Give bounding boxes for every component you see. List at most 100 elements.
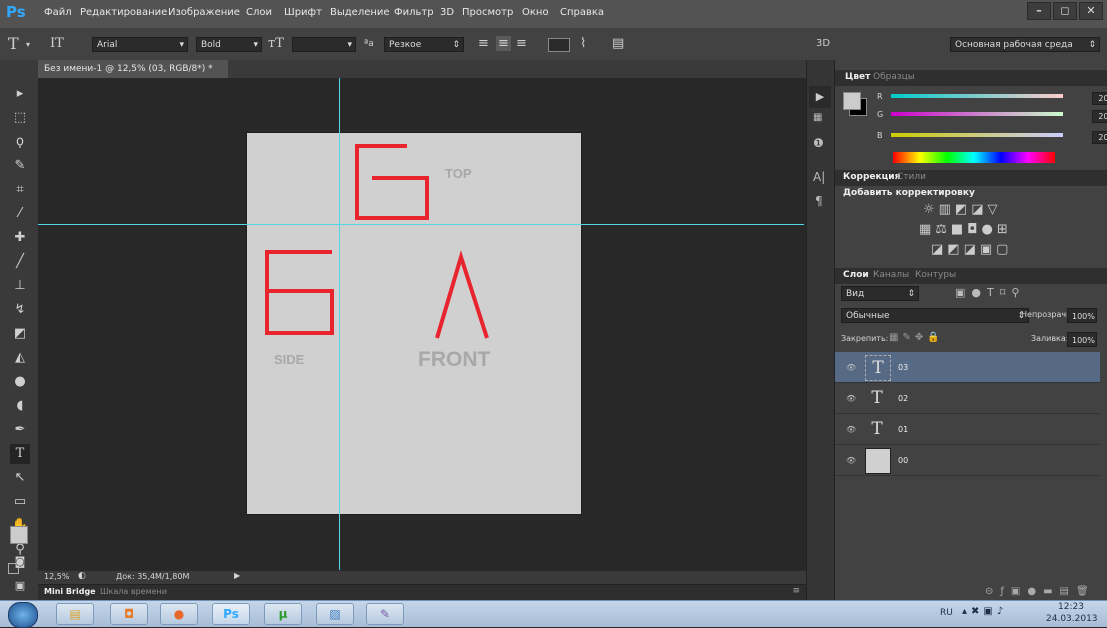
blue-slider[interactable]: B 204	[875, 131, 1107, 144]
3d-mode-label[interactable]: 3D	[816, 38, 830, 49]
menu-help[interactable]: Справка	[560, 7, 604, 18]
history-brush-tool-icon[interactable]: ↯	[10, 300, 30, 320]
warp-text-icon[interactable]: ⌇	[580, 36, 586, 51]
font-style-select[interactable]: Bold ▾	[196, 37, 262, 52]
clock-time[interactable]: 12:23	[1058, 602, 1084, 612]
opacity-value[interactable]: 100%	[1067, 308, 1097, 323]
adjustment-icons-row-3[interactable]: ◪◩◪▣▢	[931, 242, 1012, 257]
utorrent-taskbar-icon[interactable]: µ	[264, 603, 302, 625]
tab-mini-bridge[interactable]: Mini Bridge	[44, 587, 96, 596]
blur-tool-icon[interactable]: ●	[10, 372, 30, 392]
media-player-taskbar-icon[interactable]: ◘	[110, 603, 148, 625]
restore-button[interactable]: ◻	[1053, 2, 1077, 20]
path-selection-tool-icon[interactable]: ↖	[10, 468, 30, 488]
menu-view[interactable]: Просмотр	[462, 7, 513, 18]
document-tab[interactable]: Без имени-1 @ 12,5% (03, RGB/8*) * ×	[38, 60, 228, 92]
menu-3d[interactable]: 3D	[440, 7, 454, 18]
menu-filter[interactable]: Фильтр	[394, 7, 434, 18]
font-family-select[interactable]: Arial ▾	[92, 37, 188, 52]
visibility-eye-icon[interactable]: 👁	[846, 425, 856, 434]
firefox-taskbar-icon[interactable]: ●	[160, 603, 198, 625]
layer-actions-icons[interactable]: ⊝ƒ▣●▬▤🗑	[985, 586, 1096, 597]
visibility-eye-icon[interactable]: 👁	[846, 394, 856, 403]
align-right-icon[interactable]: ≡	[516, 36, 527, 51]
language-indicator[interactable]: RU	[940, 608, 953, 618]
healing-brush-tool-icon[interactable]: ✚	[10, 228, 30, 248]
rectangle-tool-icon[interactable]: ▭	[10, 492, 30, 512]
align-center-icon[interactable]: ≡	[496, 36, 511, 51]
brush-tool-icon[interactable]: ╱	[10, 252, 30, 272]
lock-icons[interactable]: ▦✎✥🔒	[889, 332, 944, 343]
fg-color-swatch[interactable]	[843, 92, 861, 110]
tab-styles[interactable]: Стили	[897, 172, 926, 182]
align-left-icon[interactable]: ≡	[478, 36, 489, 51]
zoom-level[interactable]: 12,5%	[44, 572, 69, 581]
dropdown-arrow-icon[interactable]: ▾	[26, 40, 30, 49]
clone-stamp-tool-icon[interactable]: ⊥	[10, 276, 30, 296]
type-tool-icon[interactable]: T	[10, 444, 30, 464]
tab-adjustments[interactable]: Коррекция	[843, 172, 900, 182]
font-size-select[interactable]: ▾	[292, 37, 356, 52]
document-canvas[interactable]: TOP SIDE FRONT	[247, 133, 581, 514]
paint-taskbar-icon[interactable]: ▨	[316, 603, 354, 625]
foreground-color-swatch[interactable]	[10, 526, 28, 544]
layer-row-01[interactable]: 👁 T 01	[835, 414, 1100, 445]
workspace-select[interactable]: Основная рабочая среда ⇕	[950, 37, 1100, 52]
character-icon[interactable]: A|	[813, 170, 825, 184]
blend-mode-select[interactable]: Обычные ⇕	[841, 308, 1029, 323]
menu-image[interactable]: Изображение	[168, 7, 240, 18]
move-tool-icon[interactable]: ▸	[10, 84, 30, 104]
horizontal-guide[interactable]	[38, 224, 804, 225]
eraser-tool-icon[interactable]: ◩	[10, 324, 30, 344]
tab-paths[interactable]: Контуры	[915, 270, 956, 280]
pen-tool-icon[interactable]: ✒	[10, 420, 30, 440]
tab-swatches[interactable]: Образцы	[873, 72, 915, 82]
green-value[interactable]: 204	[1092, 110, 1107, 123]
paint-bucket-tool-icon[interactable]: ◭	[10, 348, 30, 368]
type-tool-preset-icon[interactable]: T	[8, 34, 19, 53]
photoshop-taskbar-icon[interactable]: Ps	[212, 603, 250, 625]
panel-menu-icon[interactable]: ≡	[792, 586, 800, 596]
menu-type[interactable]: Шрифт	[284, 7, 322, 18]
tray-icons[interactable]: ▴✖▣♪	[962, 606, 1007, 617]
tab-timeline[interactable]: Шкала времени	[100, 587, 167, 596]
menu-edit[interactable]: Редактирование	[80, 7, 167, 18]
layer-row-02[interactable]: 👁 T 02	[835, 383, 1100, 414]
character-panel-icon[interactable]: ▤	[612, 36, 624, 51]
brush-presets-icon[interactable]: ▦	[813, 112, 822, 123]
text-color-swatch[interactable]	[548, 38, 570, 52]
antialias-select[interactable]: Резкое ⇕	[384, 37, 464, 52]
visibility-eye-icon[interactable]: 👁	[846, 456, 856, 465]
start-button[interactable]	[8, 602, 38, 628]
red-slider[interactable]: R 204	[875, 92, 1107, 105]
status-arrow-icon[interactable]: ▶	[234, 571, 240, 580]
marquee-tool-icon[interactable]: ⬚	[10, 108, 30, 128]
adjustment-icons-row-1[interactable]: ☼▥◩◪▽	[923, 202, 1002, 217]
actions-icon[interactable]: ▶	[809, 86, 831, 108]
layer-filter-select[interactable]: Вид ⇕	[841, 286, 919, 301]
info-icon[interactable]: ❶	[813, 136, 824, 150]
text-orientation-icon[interactable]: IT	[50, 36, 64, 51]
tab-color[interactable]: Цвет	[845, 72, 870, 82]
vertical-guide[interactable]	[339, 78, 340, 570]
dodge-tool-icon[interactable]: ◖	[10, 396, 30, 416]
blue-value[interactable]: 204	[1092, 131, 1107, 144]
layer-row-00[interactable]: 👁 00	[835, 445, 1100, 476]
screen-mode-icon[interactable]: ▣	[10, 576, 30, 596]
color-spectrum[interactable]	[893, 152, 1055, 163]
adjustment-icons-row-2[interactable]: ▦⚖■◘●⊞	[919, 222, 1012, 237]
quick-select-tool-icon[interactable]: ✎	[10, 156, 30, 176]
close-button[interactable]: ✕	[1079, 2, 1103, 20]
minimize-button[interactable]: –	[1027, 2, 1051, 20]
status-menu-icon[interactable]: ◐	[78, 571, 86, 581]
clock-date[interactable]: 24.03.2013	[1046, 614, 1098, 624]
crop-tool-icon[interactable]: ⌗	[10, 180, 30, 200]
layer-filter-icons[interactable]: ▣●T⌑⚲	[955, 286, 1025, 299]
tab-channels[interactable]: Каналы	[873, 270, 909, 280]
eyedropper-tool-icon[interactable]: ⁄	[10, 204, 30, 224]
menu-file[interactable]: Файл	[44, 7, 72, 18]
layer-row-03[interactable]: 👁 T 03	[835, 352, 1100, 383]
app-taskbar-icon[interactable]: ✎	[366, 603, 404, 625]
red-value[interactable]: 204	[1092, 92, 1107, 105]
menu-select[interactable]: Выделение	[330, 7, 390, 18]
